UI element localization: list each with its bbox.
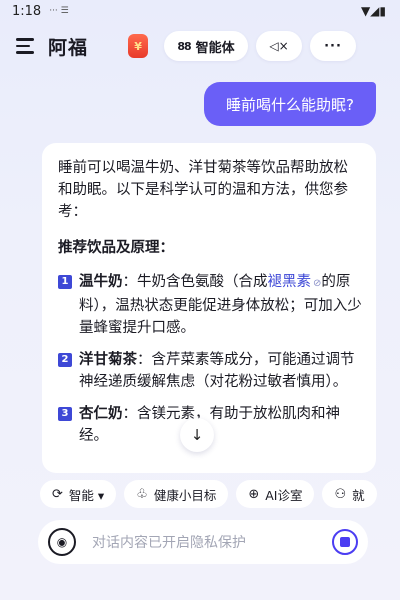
chip-label: AI诊室	[265, 487, 303, 503]
answer-intro: 睡前可以喝温牛奶、洋甘菊茶等饮品帮助放松和助眠。以下是科学认可的温和方法，供您参…	[58, 160, 348, 220]
scroll-down-button[interactable]: ↓	[180, 418, 214, 452]
status-time: 1:18	[12, 3, 42, 19]
clinic-icon: ⊕	[248, 486, 260, 502]
stop-button[interactable]	[332, 529, 358, 555]
answer-section-title: 推荐饮品及原理：	[58, 240, 174, 256]
item-text: ：牛奶含色氨酸（合成	[122, 274, 268, 290]
item-name: 温牛奶	[79, 274, 123, 290]
list-item: 2 洋甘菊茶：含芹菜素等成分，可能通过调节神经递质缓解焦虑（对花粉过敏者慎用）。	[58, 349, 362, 393]
user-message-bubble: 睡前喝什么能助眠?	[204, 82, 376, 126]
list-item: 1 温牛奶：牛奶含色氨酸（合成褪黑素 ⊘的原料），温热状态更能促进身体放松；可加入…	[58, 271, 362, 339]
red-packet-icon[interactable]: ¥	[128, 34, 149, 58]
chip-ai-clinic[interactable]: ⊕ AI诊室	[236, 480, 315, 508]
voice-input-button[interactable]: ◉	[48, 528, 76, 556]
agent-button[interactable]: 88 智能体	[164, 31, 249, 61]
agent-icon: 88	[177, 39, 191, 53]
item-name: 洋甘菊茶	[79, 352, 137, 368]
quick-action-chips: ⟳ 智能 ▾ ♧ 健康小目标 ⊕ AI诊室 ⚇ 就	[40, 480, 377, 508]
chip-health-goal[interactable]: ♧ 健康小目标	[124, 480, 229, 508]
chip-smart-mode[interactable]: ⟳ 智能 ▾	[40, 480, 117, 508]
more-button[interactable]: ···	[310, 31, 357, 61]
notification-icons: ··· ☰	[49, 6, 69, 16]
status-left: 1:18 ··· ☰	[12, 4, 69, 19]
message-input[interactable]: 对话内容已开启隐私保护	[92, 532, 332, 552]
top-bar: 阿福 ¥ 88 智能体 ◁× ···	[0, 28, 400, 64]
term-link-melatonin[interactable]: 褪黑素	[268, 274, 312, 290]
chip-label: 健康小目标	[153, 487, 217, 503]
status-bar: 1:18 ··· ☰ ▼◢▮	[0, 0, 400, 22]
message-input-bar: ◉ 对话内容已开启隐私保护	[38, 520, 368, 564]
stop-icon	[340, 537, 350, 547]
person-icon: ⚇	[334, 486, 347, 502]
chip-label: 就	[352, 487, 365, 503]
number-badge: 3	[58, 407, 72, 421]
agent-label: 智能体	[195, 40, 235, 56]
number-badge: 2	[58, 353, 72, 367]
refresh-icon: ⟳	[52, 486, 63, 502]
chip-more[interactable]: ⚇ 就	[322, 480, 377, 508]
item-name: 杏仁奶	[79, 406, 123, 422]
voice-icon: ◉	[56, 535, 68, 549]
health-goal-icon: ♧	[136, 486, 148, 502]
number-badge: 1	[58, 275, 72, 289]
menu-icon[interactable]	[16, 35, 38, 57]
app-title: 阿福	[48, 36, 89, 59]
speaker-mute-button[interactable]: ◁×	[256, 31, 303, 61]
chip-label: 智能 ▾	[68, 487, 105, 503]
status-right-icons: ▼◢▮	[360, 4, 386, 18]
